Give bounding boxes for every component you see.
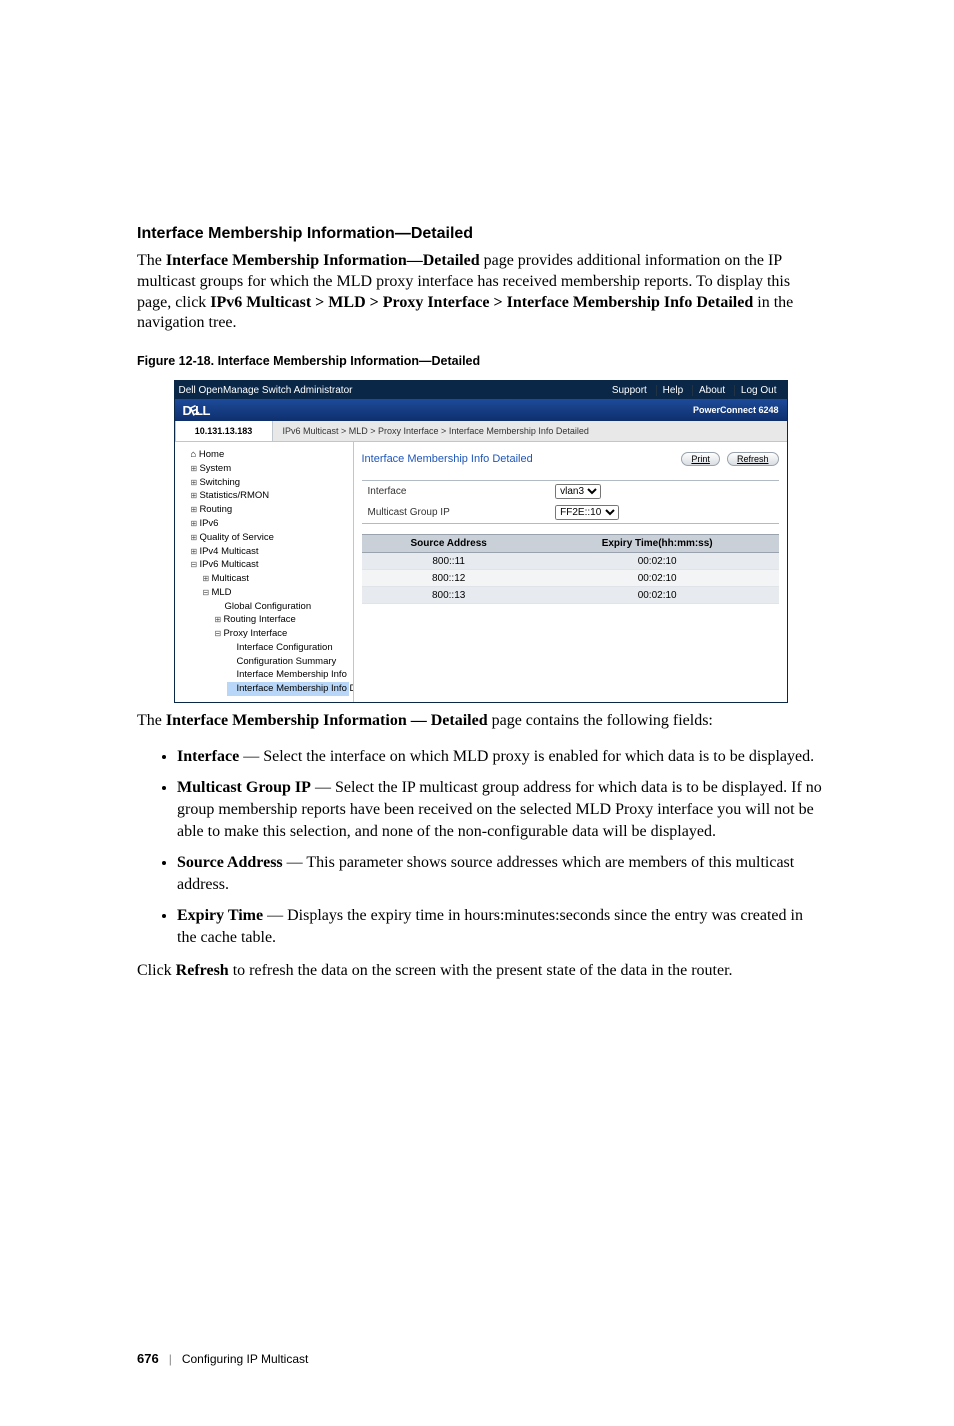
page-number: 676: [137, 1351, 159, 1366]
print-button[interactable]: Print: [681, 452, 720, 466]
text: to refresh the data on the screen with t…: [229, 962, 733, 979]
field-desc: — Displays the expiry time in hours:minu…: [177, 907, 803, 946]
device-model: PowerConnect 6248: [693, 405, 779, 415]
text: The: [137, 252, 166, 269]
list-item: Multicast Group IP — Select the IP multi…: [177, 777, 824, 842]
post-paragraph: The Interface Membership Information — D…: [137, 711, 824, 732]
tree-mld[interactable]: MLD: [203, 586, 349, 600]
interface-select[interactable]: vlan3: [555, 484, 601, 499]
field-name: Expiry Time: [177, 907, 263, 924]
section-heading: Interface Membership Information—Detaile…: [137, 225, 824, 243]
mcast-label: Multicast Group IP: [362, 502, 550, 524]
nav-tree: Home System Switching Statistics/RMON Ro…: [175, 442, 353, 702]
titlebar-links: Support Help About Log Out: [606, 385, 783, 396]
about-link[interactable]: About: [692, 385, 731, 396]
tree-ifmem-detailed[interactable]: Interface Membership Info Detailed: [227, 682, 349, 696]
refresh-button[interactable]: Refresh: [727, 452, 779, 466]
tree-proxyif[interactable]: Proxy Interface: [215, 627, 349, 641]
tree-qos[interactable]: Quality of Service: [191, 531, 349, 545]
tree-system[interactable]: System: [191, 462, 349, 476]
text: The: [137, 712, 166, 729]
help-link[interactable]: Help: [656, 385, 690, 396]
figure-caption: Figure 12-18. Interface Membership Infor…: [137, 354, 824, 368]
tree-routingif[interactable]: Routing Interface: [215, 613, 349, 627]
tree-ifmem[interactable]: Interface Membership Info: [227, 668, 349, 682]
field-desc: — Select the interface on which MLD prox…: [239, 748, 814, 765]
tree-ipv6[interactable]: IPv6: [191, 517, 349, 531]
support-link[interactable]: Support: [606, 385, 653, 396]
tree-multicast[interactable]: Multicast: [203, 572, 349, 586]
list-item: Source Address — This parameter shows so…: [177, 852, 824, 895]
breadcrumb: IPv6 Multicast > MLD > Proxy Interface >…: [273, 421, 787, 441]
list-item: Interface — Select the interface on whic…: [177, 746, 824, 768]
text-bold: Interface Membership Information—Detaile…: [166, 252, 480, 269]
tree-switching[interactable]: Switching: [191, 476, 349, 490]
switch-admin-window: Dell OpenManage Switch Administrator Sup…: [174, 380, 788, 703]
mcast-select[interactable]: FF2E::10: [555, 505, 619, 520]
cell-exp: 00:02:10: [536, 587, 779, 604]
logout-link[interactable]: Log Out: [734, 385, 783, 396]
tree-stats[interactable]: Statistics/RMON: [191, 489, 349, 503]
table-row: 800::13 00:02:10: [362, 587, 779, 604]
ip-tab[interactable]: 10.131.13.183: [175, 421, 273, 441]
tree-home[interactable]: Home: [191, 448, 349, 462]
tree-globalcfg[interactable]: Global Configuration: [215, 600, 349, 614]
table-row: 800::11 00:02:10: [362, 553, 779, 570]
text-bold: Refresh: [176, 962, 229, 979]
cell-addr: 800::11: [362, 553, 536, 570]
text: Click: [137, 962, 176, 979]
table-row: 800::12 00:02:10: [362, 570, 779, 587]
col-expiry-time: Expiry Time(hh:mm:ss): [536, 535, 779, 553]
main-pane: Interface Membership Info Detailed Print…: [353, 442, 787, 702]
cell-exp: 00:02:10: [536, 570, 779, 587]
tree-ifcfg[interactable]: Interface Configuration: [227, 641, 349, 655]
page-footer: 676 | Configuring IP Multicast: [137, 1351, 824, 1366]
tree-ipv6mc[interactable]: IPv6 Multicast: [191, 558, 349, 572]
footer-separator-icon: |: [169, 1352, 172, 1366]
brand-bar: DELL PowerConnect 6248: [175, 399, 787, 421]
text-bold: IPv6 Multicast > MLD > Proxy Interface >…: [210, 294, 753, 311]
window-titlebar: Dell OpenManage Switch Administrator Sup…: [175, 381, 787, 399]
field-name: Source Address: [177, 854, 283, 871]
text: page contains the following fields:: [488, 712, 713, 729]
field-name: Multicast Group IP: [177, 779, 311, 796]
list-item: Expiry Time — Displays the expiry time i…: [177, 905, 824, 948]
tree-cfgsum[interactable]: Configuration Summary: [227, 655, 349, 669]
field-name: Interface: [177, 748, 239, 765]
window-title: Dell OpenManage Switch Administrator: [179, 385, 353, 396]
section-name: Configuring IP Multicast: [182, 1352, 309, 1366]
dell-logo: DELL: [183, 403, 210, 418]
cell-addr: 800::13: [362, 587, 536, 604]
tree-ipv4mc[interactable]: IPv4 Multicast: [191, 545, 349, 559]
field-list: Interface — Select the interface on whic…: [137, 746, 824, 949]
source-table: Source Address Expiry Time(hh:mm:ss) 800…: [362, 534, 779, 604]
text-bold: Interface Membership Information — Detai…: [166, 712, 488, 729]
tree-routing[interactable]: Routing: [191, 503, 349, 517]
tab-row: 10.131.13.183 IPv6 Multicast > MLD > Pro…: [175, 421, 787, 442]
interface-label: Interface: [362, 481, 550, 503]
cell-addr: 800::12: [362, 570, 536, 587]
intro-paragraph: The Interface Membership Information—Det…: [137, 251, 824, 334]
cell-exp: 00:02:10: [536, 553, 779, 570]
form-table: Interface vlan3 Multicast Group IP FF2E:…: [362, 480, 779, 524]
refresh-note: Click Refresh to refresh the data on the…: [137, 961, 824, 982]
col-source-address: Source Address: [362, 535, 536, 553]
pane-title: Interface Membership Info Detailed: [362, 453, 533, 465]
